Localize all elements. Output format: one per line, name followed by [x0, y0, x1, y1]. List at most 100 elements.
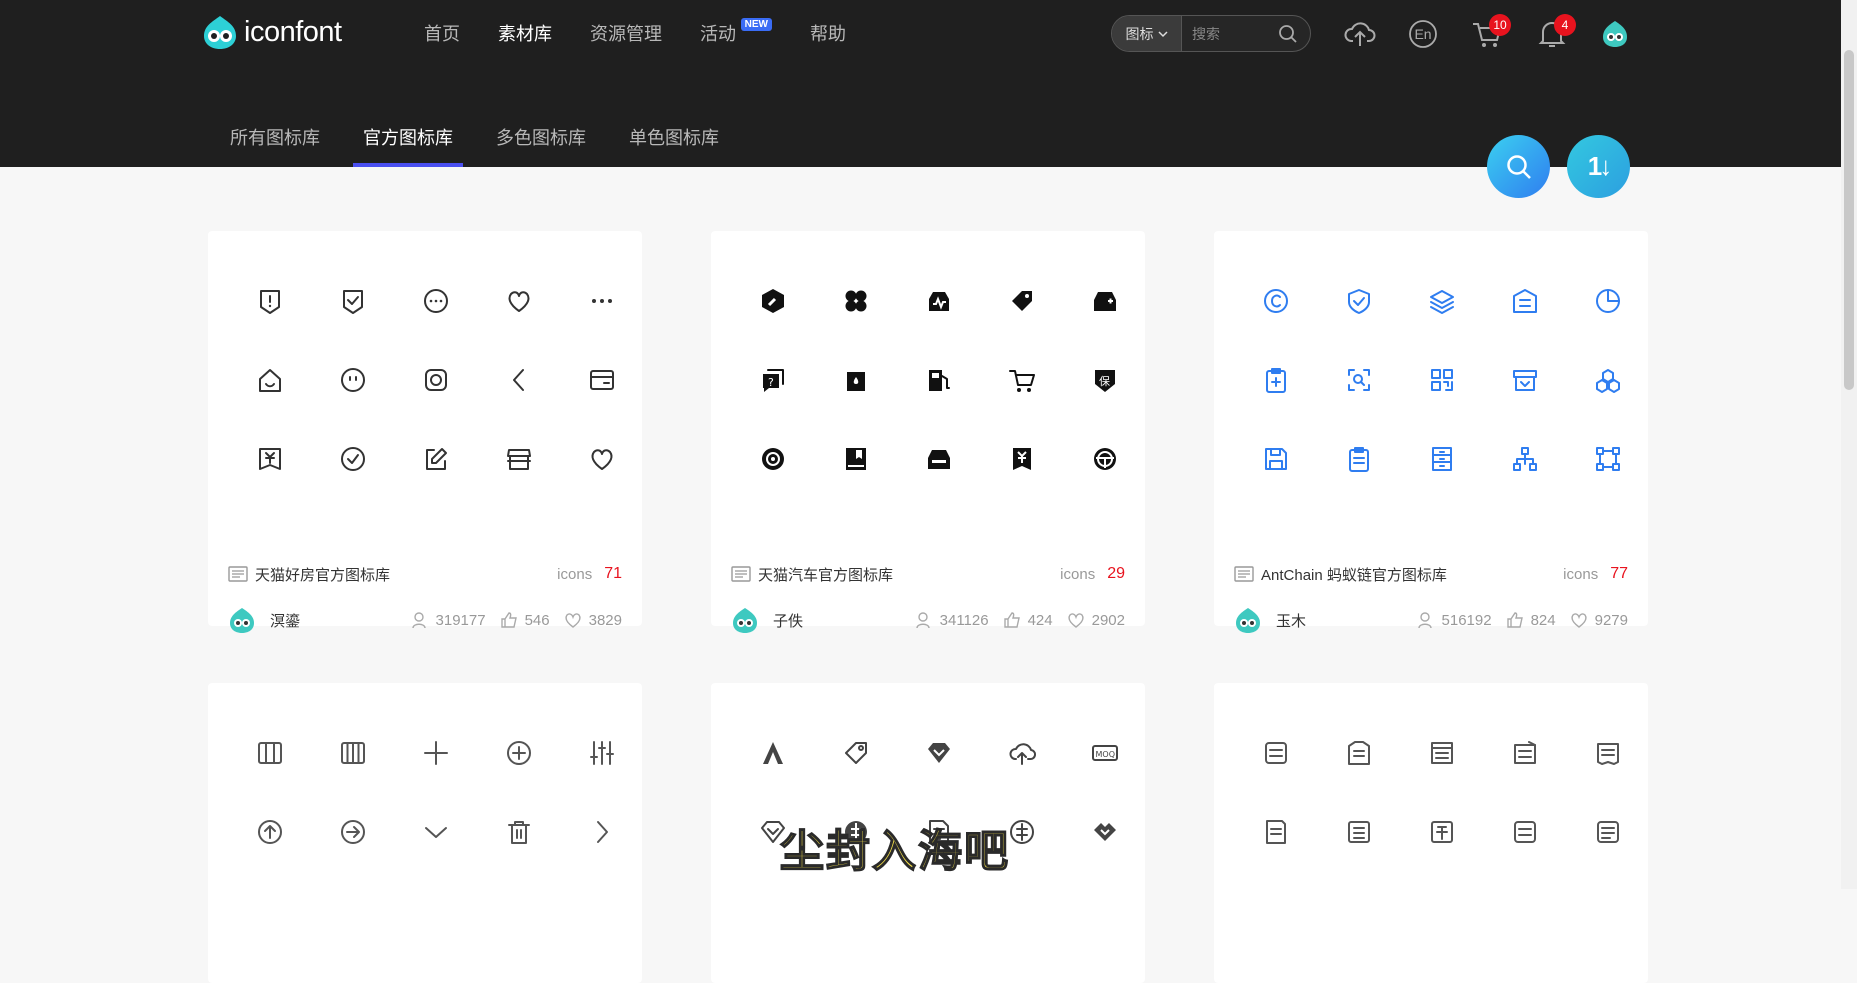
views-count: 516192	[1441, 611, 1492, 629]
search-type-select[interactable]: 图标	[1112, 16, 1182, 51]
check-circle-icon	[311, 419, 394, 498]
car-plus-icon	[1063, 261, 1146, 340]
library-card[interactable]: 天猫好房官方图标库 icons 71 溟鎏 319177 546 3829	[208, 231, 643, 633]
icon-preview-grid	[228, 713, 643, 871]
nodes-icon	[1566, 340, 1649, 419]
card-title-row: AntChain 蚂蚁链官方图标库 icons 77	[1234, 563, 1628, 585]
icon-preview-grid: ? 保	[731, 261, 1146, 498]
avatar[interactable]	[228, 606, 256, 634]
favorites-stat[interactable]: 3829	[564, 611, 622, 629]
favorites-stat[interactable]: 9279	[1570, 611, 1628, 629]
cloud-upload-icon	[1344, 22, 1376, 46]
org-tree-icon	[1483, 419, 1566, 498]
yuan-bill-icon	[980, 419, 1063, 498]
library-card[interactable]: AntChain 蚂蚁链官方图标库 icons 77 玉木 516192 824…	[1214, 231, 1649, 633]
language-button[interactable]: En	[1405, 16, 1441, 52]
menu-item-help[interactable]: 帮助	[810, 20, 846, 46]
question-chat-icon: ?	[731, 340, 814, 419]
arrow-right-circle-icon	[311, 792, 394, 871]
icon-preview-grid	[1234, 261, 1649, 498]
views-count: 319177	[435, 611, 486, 629]
notification-button[interactable]: 4	[1534, 14, 1576, 52]
likes-stat[interactable]: 824	[1506, 611, 1556, 629]
copyright-icon	[1234, 261, 1317, 340]
chevron-down-icon	[1157, 30, 1168, 37]
logo[interactable]: iconfont	[202, 14, 342, 50]
diamond-icon	[897, 713, 980, 792]
tab-multicolor-libraries[interactable]: 多色图标库	[486, 124, 596, 167]
qr-code-icon	[1400, 340, 1483, 419]
avatar[interactable]	[1234, 606, 1262, 634]
fuel-pump-icon	[897, 340, 980, 419]
notification-count-badge: 4	[1554, 14, 1576, 36]
scan-search-icon	[1317, 340, 1400, 419]
thumbs-up-icon	[1003, 612, 1020, 628]
shield-check-icon	[1317, 261, 1400, 340]
tab-all-libraries[interactable]: 所有图标库	[220, 124, 330, 167]
favorites-stat[interactable]: 2902	[1067, 611, 1125, 629]
floating-search-button[interactable]	[1487, 135, 1550, 198]
library-tabs: 所有图标库 官方图标库 多色图标库 单色图标库	[220, 124, 752, 167]
menu-item-library[interactable]: 素材库	[498, 20, 552, 46]
main-nav: iconfont 首页 素材库 资源管理 活动 NEW 帮助 图标 搜索 En …	[0, 12, 1857, 52]
icon-preview-grid	[1234, 713, 1649, 871]
menu-item-resources[interactable]: 资源管理	[590, 20, 662, 46]
heart-outline-icon	[560, 419, 643, 498]
menu-item-activity-label: 活动	[700, 24, 736, 44]
card-meta-row: 子佚 341126 424 2902	[731, 606, 1125, 634]
floating-sort-button[interactable]: 1↓	[1567, 135, 1630, 198]
clipboard-plus-icon	[1234, 340, 1317, 419]
sort-label: 1↓	[1587, 151, 1613, 181]
server-icon	[1400, 419, 1483, 498]
upload-button[interactable]	[1342, 16, 1378, 52]
tab-official-libraries[interactable]: 官方图标库	[353, 124, 463, 167]
cart-button[interactable]: 10	[1469, 14, 1511, 52]
tab-monochrome-libraries[interactable]: 单色图标库	[619, 124, 729, 167]
card-title-row: 天猫好房官方图标库 icons 71	[228, 563, 622, 585]
library-title[interactable]: 天猫好房官方图标库	[255, 564, 557, 585]
thumbs-up-icon	[1506, 612, 1523, 628]
vector-frame-icon	[1566, 419, 1649, 498]
smile-face-icon	[311, 340, 394, 419]
sign-box-icon	[1483, 713, 1566, 792]
tag-edit-icon	[980, 261, 1063, 340]
likes-stat[interactable]: 424	[1003, 611, 1053, 629]
search-input[interactable]	[1182, 25, 1272, 42]
heart-icon	[477, 261, 560, 340]
search-icon[interactable]	[1278, 24, 1298, 44]
likes-stat[interactable]: 546	[500, 611, 550, 629]
library-card[interactable]: ? 保 天猫汽车官方图标库 icons 29 子佚 341126 424 290…	[711, 231, 1146, 633]
library-title[interactable]: AntChain 蚂蚁链官方图标库	[1261, 564, 1563, 585]
crease-label-icon	[1566, 792, 1649, 871]
alert-shield-icon	[228, 261, 311, 340]
trash-icon	[477, 792, 560, 871]
watermark-text: 尘封入海吧	[779, 825, 1010, 878]
library-card[interactable]	[1214, 683, 1648, 983]
icons-label: icons	[1060, 565, 1096, 583]
insurance-shield-icon: 保	[1063, 340, 1146, 419]
bank-icon	[1483, 261, 1566, 340]
stamp-icon	[1234, 713, 1317, 792]
library-card[interactable]	[208, 683, 642, 983]
library-title[interactable]: 天猫汽车官方图标库	[758, 564, 1060, 585]
other-label-icon	[1483, 792, 1566, 871]
font-a-icon	[731, 713, 814, 792]
author-name[interactable]: 子佚	[773, 610, 901, 631]
page-scrollbar[interactable]	[1841, 0, 1857, 889]
menu-item-activity[interactable]: 活动 NEW	[700, 18, 772, 46]
views-stat: 319177	[411, 611, 486, 629]
avatar[interactable]	[731, 606, 759, 634]
price-tag-icon	[814, 713, 897, 792]
user-avatar[interactable]	[1597, 16, 1633, 52]
author-name[interactable]: 溟鎏	[270, 610, 397, 631]
svg-text:?: ?	[768, 376, 774, 389]
pie-chart-icon	[1566, 261, 1649, 340]
search-type-label: 图标	[1125, 25, 1154, 42]
menu-item-home[interactable]: 首页	[424, 20, 460, 46]
icons-count: 71	[604, 565, 622, 582]
card-meta-row: 玉木 516192 824 9279	[1234, 606, 1628, 634]
check-shield-icon	[311, 261, 394, 340]
plus-icon	[394, 713, 477, 792]
scrollbar-thumb[interactable]	[1844, 50, 1854, 390]
author-name[interactable]: 玉木	[1276, 610, 1403, 631]
